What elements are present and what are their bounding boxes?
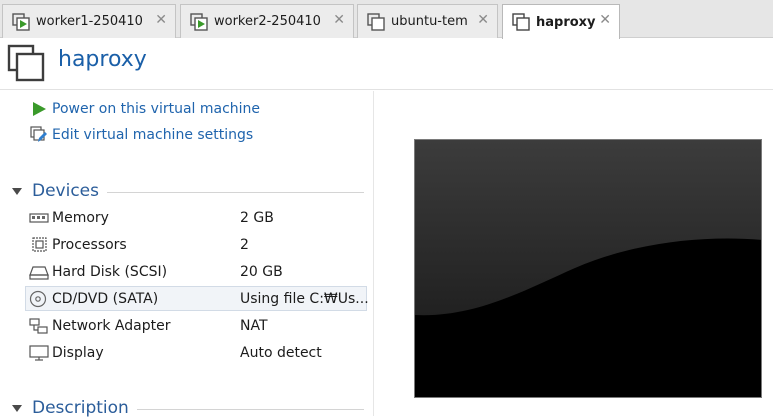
device-network-adapter[interactable]: Network Adapter NAT [26, 313, 368, 338]
display-icon [29, 344, 49, 362]
power-on-button[interactable]: Power on this virtual machine [30, 99, 260, 119]
cd-dvd-icon [29, 290, 49, 308]
device-display[interactable]: Display Auto detect [26, 340, 368, 365]
network-adapter-icon [29, 317, 49, 335]
device-value: 2 [240, 236, 249, 253]
tab-bar: worker1-250410 ✕ worker2-250410 ✕ ubuntu… [0, 0, 773, 39]
device-memory[interactable]: Memory 2 GB [26, 205, 368, 230]
edit-settings-label: Edit virtual machine settings [52, 127, 254, 143]
tab-label: worker1-250410 [36, 14, 143, 29]
edit-settings-button[interactable]: Edit virtual machine settings [30, 125, 253, 145]
vm-running-icon [12, 12, 30, 31]
vm-icon [367, 12, 385, 31]
tab-worker1[interactable]: worker1-250410 ✕ [2, 4, 176, 38]
vm-screen-thumbnail[interactable] [414, 139, 762, 398]
tab-haproxy[interactable]: haproxy ✕ [502, 4, 620, 39]
play-icon [30, 100, 48, 118]
description-section-header[interactable]: Description [12, 396, 364, 420]
power-on-label: Power on this virtual machine [52, 101, 261, 117]
divider [107, 192, 364, 193]
device-name: Network Adapter [52, 317, 171, 334]
device-name: Memory [52, 209, 109, 226]
collapse-triangle-icon[interactable] [12, 405, 22, 412]
memory-icon [29, 209, 49, 227]
close-icon[interactable]: ✕ [599, 13, 611, 27]
close-icon[interactable]: ✕ [155, 13, 167, 27]
device-name: CD/DVD (SATA) [52, 290, 159, 307]
vm-header: haproxy [0, 38, 773, 90]
vm-running-icon [190, 12, 208, 31]
page-title: haproxy [58, 47, 147, 72]
device-value: 20 GB [240, 263, 283, 280]
hard-disk-icon [29, 263, 49, 281]
collapse-triangle-icon[interactable] [12, 188, 22, 195]
vm-icon [7, 44, 45, 82]
devices-title: Devices [32, 181, 99, 201]
vm-details-panel: Power on this virtual machine Edit virtu… [0, 91, 374, 418]
tab-label: haproxy [536, 14, 596, 30]
device-processors[interactable]: Processors 2 [26, 232, 368, 257]
device-value: Auto detect [240, 344, 322, 361]
device-value: NAT [240, 317, 268, 334]
tab-label: ubuntu-tem [391, 14, 468, 29]
close-icon[interactable]: ✕ [477, 13, 489, 27]
processor-icon [29, 236, 49, 254]
thumbnail-graphic [415, 140, 761, 397]
device-cd-dvd[interactable]: CD/DVD (SATA) Using file C:₩Us... [25, 286, 368, 311]
device-hard-disk[interactable]: Hard Disk (SCSI) 20 GB [26, 259, 368, 284]
device-name: Hard Disk (SCSI) [52, 263, 168, 280]
vm-icon [512, 13, 530, 31]
tab-label: worker2-250410 [214, 14, 321, 29]
device-name: Processors [52, 236, 127, 253]
close-icon[interactable]: ✕ [333, 13, 345, 27]
device-value: 2 GB [240, 209, 274, 226]
divider [136, 409, 364, 410]
devices-section-header[interactable]: Devices [12, 179, 364, 203]
tab-ubuntu-tem[interactable]: ubuntu-tem ✕ [357, 4, 498, 38]
description-title: Description [32, 398, 129, 418]
device-value: Using file C:₩Us... [240, 290, 368, 307]
vm-preview-panel [375, 91, 773, 416]
edit-settings-icon [30, 126, 48, 144]
tab-worker2[interactable]: worker2-250410 ✕ [180, 4, 354, 38]
device-name: Display [52, 344, 104, 361]
